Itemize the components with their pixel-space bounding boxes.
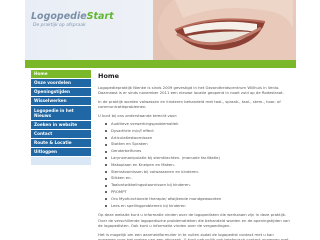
- service-item: Oro Myofunctionele therapie/ afwijkende …: [105, 196, 290, 203]
- header-green-bar: [25, 60, 296, 68]
- outro-paragraph-2: Het is mogelijk om een aanmeldformulier …: [98, 231, 289, 240]
- service-item: Stemstoornissen bij volwassenen en kinde…: [105, 169, 290, 176]
- service-item: Larynxmanipulatie bij stemklachten. (man…: [105, 155, 290, 162]
- service-item: PROMPT: [105, 189, 290, 196]
- service-item: Genderbelfunes: [105, 148, 290, 155]
- nav-item-route-locatie[interactable]: Route & Locatie: [31, 139, 91, 147]
- brand-name-part1: Logopedie: [31, 11, 87, 22]
- service-item: Stotten en Spraken: [105, 141, 290, 148]
- service-item: Makoplaan en Kneipen en Maken.: [105, 162, 290, 169]
- nav-item-home[interactable]: Home: [31, 70, 91, 78]
- intro-paragraph-3: U kunt bij ons onderstaande terecht voor…: [98, 112, 178, 118]
- nav-item-contact[interactable]: Contact: [31, 130, 91, 138]
- nav-item-openingstijden[interactable]: Openingstijden: [31, 88, 91, 96]
- nav-item-zoeken[interactable]: Zoeken in website: [31, 121, 91, 129]
- main-content: Home Logopediepraktijk Nienke is sinds 2…: [98, 72, 290, 240]
- nav-item-onze-voordelen[interactable]: Onze voordelen: [31, 79, 91, 87]
- brand-name: LogopedieStart: [31, 12, 114, 22]
- page-title: Home: [98, 72, 120, 80]
- brand-logo[interactable]: LogopedieStart De praktijk op afspraak: [31, 12, 114, 28]
- brand-slogan: De praktijk op afspraak: [33, 22, 86, 28]
- brand-name-part2: Start: [86, 11, 114, 22]
- service-item: Articulatiestoornissen: [105, 135, 290, 142]
- page: LogopedieStart De praktijk op afspraak H…: [25, 0, 296, 240]
- nav-item-uitlogpen[interactable]: Uitlogpen: [31, 148, 91, 156]
- service-item: Auditieve verwerkingsproblematiek: [105, 121, 290, 128]
- smile-photo: [153, 0, 296, 60]
- nav-item-wisselwerken[interactable]: Wisselwerken: [31, 97, 91, 105]
- outro-paragraph-1: Op deze website kunt u informatie vinden…: [98, 212, 290, 229]
- nav-item-logopedie-nieuws[interactable]: Logopedie in het Nieuws: [31, 106, 91, 120]
- nav-spacer: [31, 157, 91, 165]
- header-banner: LogopedieStart De praktijk op afspraak: [25, 0, 296, 60]
- service-item: Dysarthrie m/c/f effect: [105, 128, 290, 135]
- service-item: Taalontwikkelingsstoornissen bij kindere…: [105, 182, 290, 189]
- service-item: Slikken en.: [105, 175, 290, 182]
- intro-paragraph-1: Logopediepraktijk Nienke is sinds 2009 g…: [98, 85, 284, 96]
- services-list: Auditieve verwerkingsproblematiek Dysart…: [105, 121, 290, 209]
- service-item: Lees en spellingproblemen bij kinderen: [105, 203, 290, 210]
- intro-paragraph-2: In de praktijk worden volwassen en kinde…: [98, 98, 281, 110]
- sidebar-nav: Home Onze voordelen Openingstijden Wisse…: [31, 70, 91, 166]
